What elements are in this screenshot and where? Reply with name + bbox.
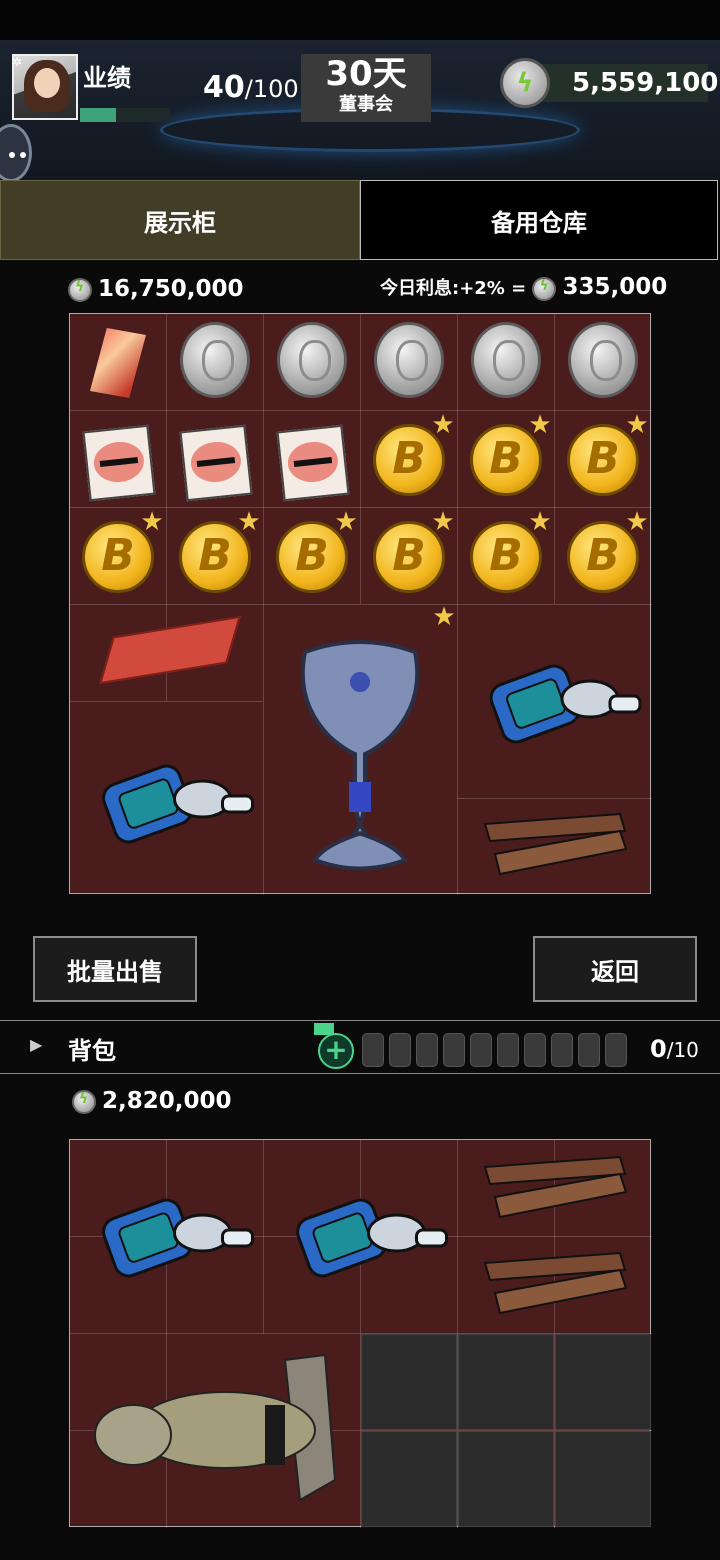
add-slot-button[interactable]: + bbox=[318, 1033, 354, 1069]
backpack-slot bbox=[497, 1033, 519, 1067]
robot-vacuum-item[interactable] bbox=[465, 654, 645, 754]
bulk-sell-button[interactable]: 批量出售 bbox=[33, 936, 197, 1002]
energy-coin-icon: ϟ bbox=[500, 58, 550, 108]
tab-showcase[interactable]: 展示柜 bbox=[0, 180, 360, 260]
wooden-sticks-item[interactable] bbox=[480, 809, 630, 879]
backpack-capacity: /10 bbox=[666, 1038, 699, 1062]
lottery-ticket-item[interactable] bbox=[82, 424, 156, 502]
silver-coin-item[interactable] bbox=[568, 322, 638, 398]
coin-icon bbox=[68, 277, 92, 302]
back-label: 返回 bbox=[591, 957, 639, 986]
star-icon: ★ bbox=[528, 410, 552, 440]
tab-backup-warehouse[interactable]: 备用仓库 bbox=[360, 180, 718, 260]
meta-account-card-item[interactable] bbox=[99, 615, 241, 685]
backpack-count-current: 0 bbox=[650, 1035, 667, 1063]
stone-statue-item[interactable] bbox=[85, 1350, 345, 1515]
wooden-sticks-item[interactable] bbox=[480, 1152, 630, 1222]
star-icon: ★ bbox=[431, 410, 455, 440]
showcase-total-value: 16,750,000 bbox=[68, 276, 244, 302]
coin-icon bbox=[532, 277, 557, 301]
tab-showcase-label: 展示柜 bbox=[144, 208, 216, 237]
star-icon: ★ bbox=[237, 507, 261, 537]
performance-count: 40/100 bbox=[203, 70, 299, 105]
empty-backpack-cell[interactable] bbox=[361, 1431, 457, 1527]
showcase-grid: B ★ B ★ B ★ B ★ B ★ B ★ B ★ B ★ B ★ ★ bbox=[69, 313, 652, 895]
silver-coin-item[interactable] bbox=[374, 322, 444, 398]
performance-current: 40 bbox=[203, 70, 245, 105]
chat-bubble-icon[interactable] bbox=[0, 124, 32, 182]
star-icon: ★ bbox=[140, 507, 164, 537]
tab-backup-warehouse-label: 备用仓库 bbox=[491, 208, 587, 237]
backpack-bar[interactable]: ▶ 背包 + 0/10 bbox=[0, 1020, 720, 1074]
star-icon: ★ bbox=[528, 507, 552, 537]
empty-backpack-cell[interactable] bbox=[458, 1431, 554, 1527]
days-remaining: 30天 bbox=[325, 54, 407, 94]
silver-coin-item[interactable] bbox=[277, 322, 347, 398]
robot-vacuum-item[interactable] bbox=[75, 1188, 260, 1288]
lottery-ticket-item[interactable] bbox=[276, 424, 350, 502]
lottery-ticket-item[interactable] bbox=[179, 424, 253, 502]
backpack-slot bbox=[578, 1033, 600, 1067]
expand-arrow-icon[interactable]: ▶ bbox=[30, 1035, 42, 1054]
board-meeting-label: 董事会 bbox=[339, 94, 393, 115]
wooden-sticks-item[interactable] bbox=[480, 1248, 630, 1318]
backpack-slot bbox=[605, 1033, 627, 1067]
coin-icon bbox=[72, 1089, 96, 1114]
performance-label: 业绩 bbox=[83, 64, 131, 92]
empty-backpack-cell[interactable] bbox=[555, 1334, 651, 1430]
backpack-grid bbox=[69, 1139, 652, 1528]
backpack-slot bbox=[362, 1033, 384, 1067]
backpack-slot bbox=[470, 1033, 492, 1067]
backpack-slot bbox=[416, 1033, 438, 1067]
days-remaining-box: 30天 董事会 bbox=[301, 54, 431, 122]
star-icon: ★ bbox=[625, 507, 649, 537]
robot-vacuum-item[interactable] bbox=[269, 1188, 454, 1288]
backpack-total-value-text: 2,820,000 bbox=[102, 1088, 232, 1114]
bulk-sell-label: 批量出售 bbox=[67, 957, 163, 986]
empty-backpack-cell[interactable] bbox=[458, 1334, 554, 1430]
silver-coin-item[interactable] bbox=[471, 322, 541, 398]
star-icon: ★ bbox=[334, 507, 358, 537]
backpack-slot bbox=[443, 1033, 465, 1067]
showcase-total-value-text: 16,750,000 bbox=[98, 276, 244, 302]
crystal-gem-item[interactable] bbox=[90, 328, 146, 398]
money-value: 5,559,100 bbox=[572, 68, 719, 98]
empty-backpack-cell[interactable] bbox=[361, 1334, 457, 1430]
backpack-slot bbox=[551, 1033, 573, 1067]
silver-coin-item[interactable] bbox=[180, 322, 250, 398]
interest-value: 335,000 bbox=[562, 274, 668, 300]
backpack-slot bbox=[524, 1033, 546, 1067]
backpack-count: 0/10 bbox=[650, 1035, 699, 1063]
backpack-slot bbox=[389, 1033, 411, 1067]
backpack-total-value: 2,820,000 bbox=[72, 1088, 232, 1114]
performance-max: /100 bbox=[244, 75, 299, 103]
robot-vacuum-item[interactable] bbox=[75, 754, 260, 854]
star-icon: ★ bbox=[625, 410, 649, 440]
top-header: ✲ 业绩 40/100 30天 董事会 ϟ 5,559,100 bbox=[0, 0, 720, 182]
empty-backpack-cell[interactable] bbox=[555, 1431, 651, 1527]
performance-progress-bar bbox=[80, 108, 170, 122]
money-display: ϟ 5,559,100 bbox=[500, 58, 718, 108]
star-icon: ★ bbox=[432, 602, 456, 632]
interest-label: 今日利息:+2% = bbox=[380, 278, 527, 299]
backpack-label: 背包 bbox=[68, 1037, 116, 1065]
back-button[interactable]: 返回 bbox=[533, 936, 697, 1002]
gear-icon[interactable]: ✲ bbox=[12, 55, 26, 69]
star-icon: ★ bbox=[431, 507, 455, 537]
daily-interest: 今日利息:+2% = 335,000 bbox=[380, 274, 667, 301]
trophy-chalice-item[interactable] bbox=[285, 632, 435, 877]
